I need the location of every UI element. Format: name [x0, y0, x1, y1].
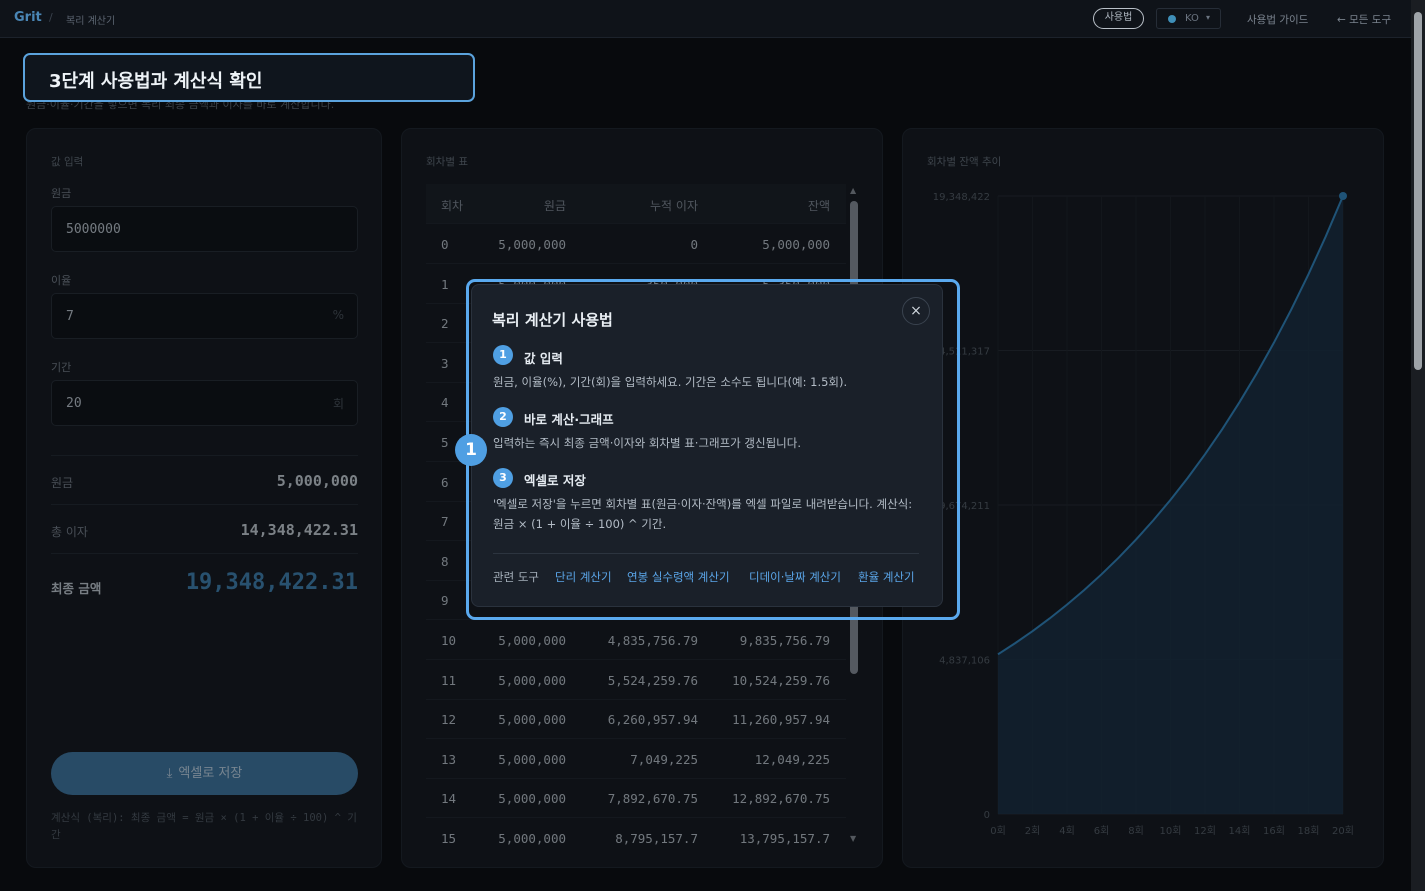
globe-icon: [1168, 15, 1176, 23]
tour-marker-badge: 1: [455, 434, 487, 466]
step-number-1: 1: [493, 345, 513, 365]
related-link-dday[interactable]: 디데이·날짜 계산기: [749, 569, 841, 585]
page-scrollbar[interactable]: [1411, 0, 1425, 891]
usage-modal: 복리 계산기 사용법 × 1 값 입력 원금, 이율(%), 기간(회)을 입력…: [471, 284, 943, 607]
related-link-simple-interest[interactable]: 단리 계산기: [555, 569, 612, 585]
breadcrumb-separator: /: [49, 11, 53, 24]
step-desc-2: 입력하는 즉시 최종 금액·이자와 회차별 표·그래프가 갱신됩니다.: [493, 436, 801, 450]
brand-logo[interactable]: Grit: [14, 10, 42, 25]
tour-step-banner: 3단계 사용법과 계산식 확인: [23, 53, 475, 102]
step-number-2: 2: [493, 407, 513, 427]
related-link-salary[interactable]: 연봉 실수령액 계산기: [627, 569, 730, 585]
step-title-1: 값 입력: [524, 351, 563, 366]
step-title-3: 엑셀로 저장: [524, 473, 586, 488]
guide-link[interactable]: 사용법 가이드: [1247, 12, 1308, 27]
chevron-down-icon: ▾: [1206, 13, 1211, 22]
scrollbar-thumb[interactable]: [1414, 12, 1422, 370]
language-code: KO: [1185, 13, 1199, 24]
all-tools-link[interactable]: ← 모든 도구: [1337, 12, 1391, 27]
step-number-3: 3: [493, 468, 513, 488]
modal-divider: [493, 553, 919, 554]
language-select[interactable]: KO ▾: [1156, 8, 1221, 29]
step-desc-3: '엑셀로 저장'을 누르면 회차별 표(원금·이자·잔액)를 엑셀 파일로 내려…: [493, 497, 913, 531]
usage-button[interactable]: 사용법: [1093, 8, 1144, 29]
breadcrumb: 복리 계산기: [66, 16, 116, 27]
step-desc-1: 원금, 이율(%), 기간(회)을 입력하세요. 기간은 소수도 됩니다(예: …: [493, 375, 848, 389]
step-title-2: 바로 계산·그래프: [524, 412, 614, 427]
tour-step-title: 3단계 사용법과 계산식 확인: [49, 71, 263, 92]
related-link-exchange[interactable]: 환율 계산기: [858, 569, 915, 585]
close-icon[interactable]: ×: [902, 297, 930, 325]
related-tools-label: 관련 도구: [493, 570, 539, 584]
top-bar: Grit / 복리 계산기 사용법 KO ▾ 사용법 가이드 ← 모든 도구: [0, 0, 1411, 38]
modal-title: 복리 계산기 사용법: [492, 311, 613, 329]
